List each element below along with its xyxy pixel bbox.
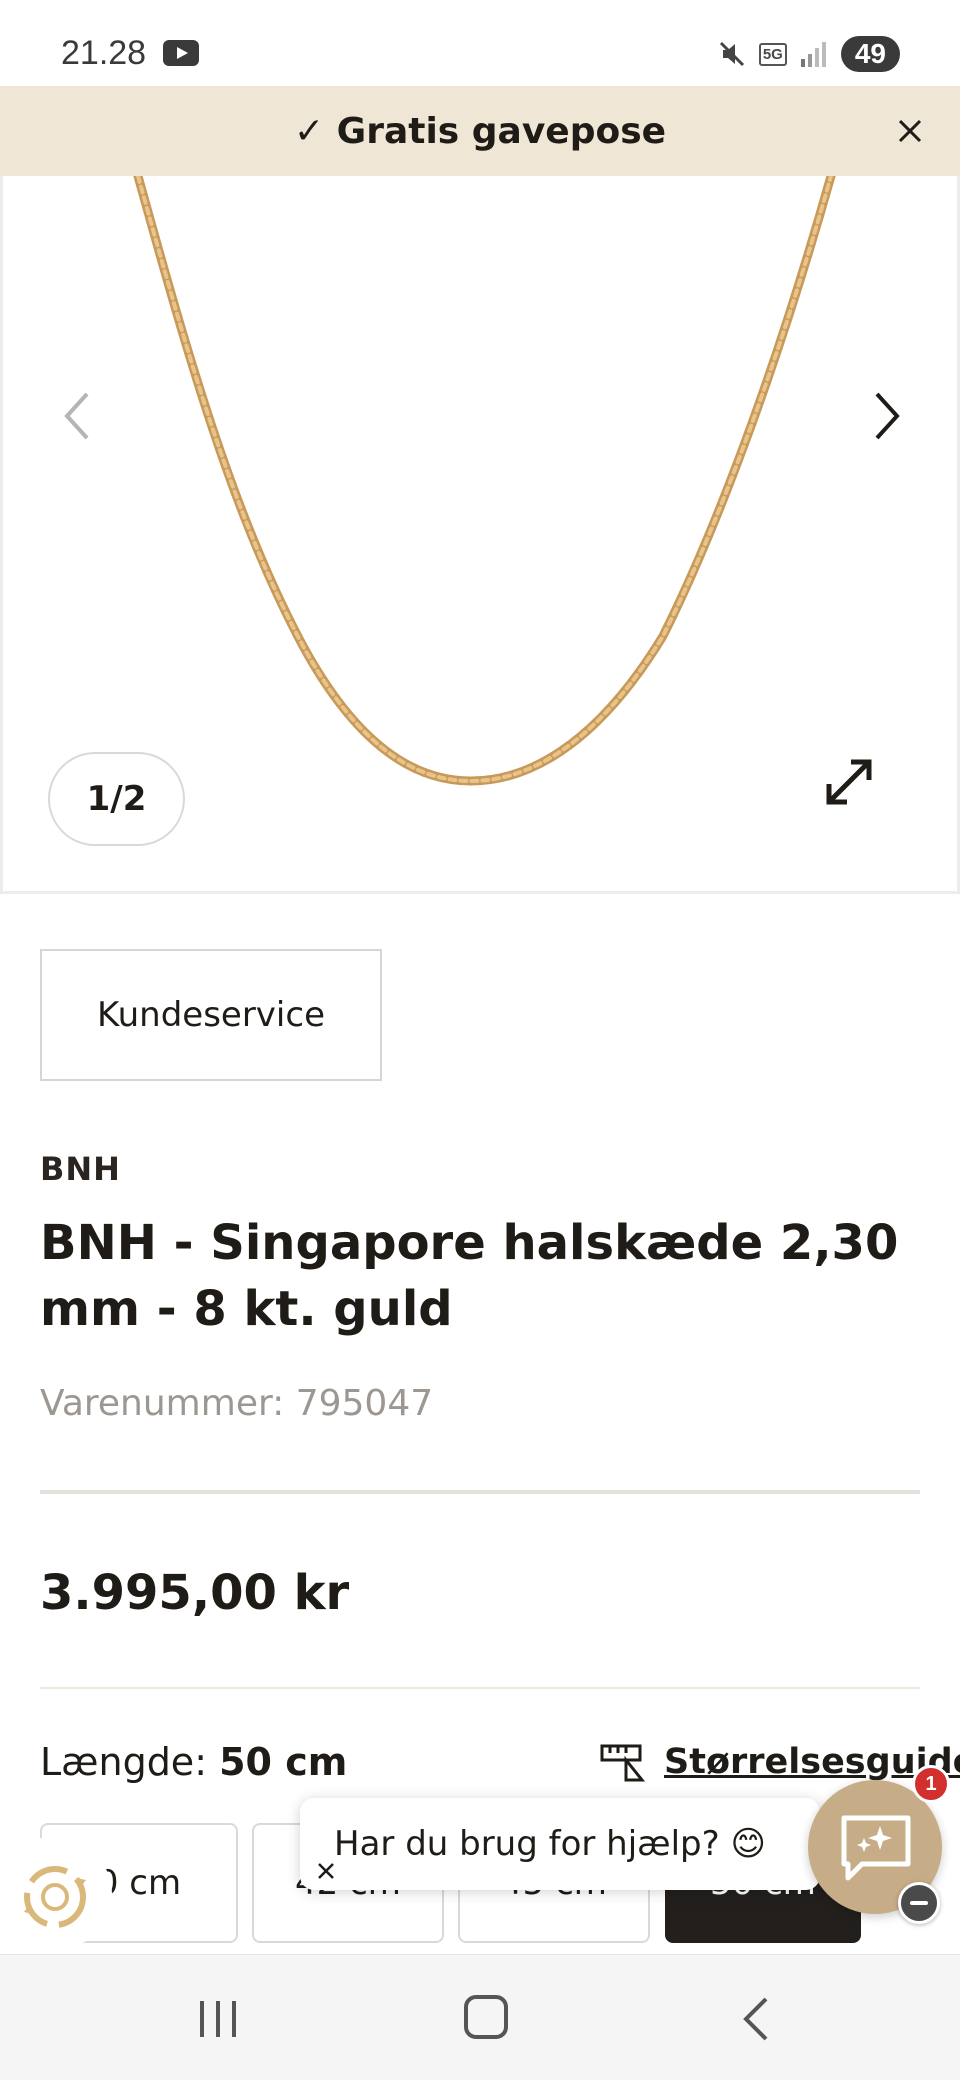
brand-name[interactable]: BNH xyxy=(40,1150,121,1188)
close-icon[interactable] xyxy=(890,111,930,151)
signal-icon xyxy=(800,42,826,67)
home-icon[interactable] xyxy=(464,1995,508,2039)
recents-icon[interactable] xyxy=(196,1997,240,2041)
chevron-left-icon[interactable] xyxy=(57,386,97,446)
status-icons: 5G 49 xyxy=(717,34,900,74)
size-guide[interactable]: Størrelsesguide xyxy=(598,1738,960,1786)
product-image-gallery[interactable]: 1/2 xyxy=(0,176,960,894)
minimize-chat-button[interactable] xyxy=(898,1882,940,1924)
recycle-icon xyxy=(24,1866,86,1928)
sku-value: 795047 xyxy=(295,1383,434,1424)
status-time: 21.28 xyxy=(61,34,147,72)
back-icon[interactable] xyxy=(740,1995,772,2043)
system-nav-bar xyxy=(0,1954,960,2080)
divider xyxy=(40,1687,920,1689)
ruler-icon xyxy=(600,1744,646,1782)
mute-icon xyxy=(719,41,744,67)
battery-indicator: 49 xyxy=(840,36,900,72)
sku-label: Varenummer: xyxy=(40,1383,296,1424)
chat-close-icon[interactable] xyxy=(312,1857,340,1885)
youtube-icon xyxy=(163,40,199,66)
price: 3.995,00 kr xyxy=(40,1565,350,1621)
image-pager: 1/2 xyxy=(48,752,185,846)
status-bar: 21.28 5G 49 xyxy=(0,0,960,86)
chat-prompt-bubble[interactable]: Har du brug for hjælp? 😊 xyxy=(300,1798,820,1890)
promo-text: ✓ Gratis gavepose xyxy=(293,110,667,152)
divider xyxy=(40,1490,920,1494)
kundeservice-button[interactable]: Kundeservice xyxy=(40,949,382,1081)
sku: Varenummer: 795047 xyxy=(40,1383,433,1424)
length-value: 50 cm xyxy=(219,1740,348,1784)
chat-prompt-text: Har du brug for hjælp? 😊 xyxy=(334,1824,766,1864)
chat-sparkle-icon xyxy=(841,1815,911,1881)
expand-icon[interactable] xyxy=(821,754,877,810)
length-row: Længde: 50 cm xyxy=(40,1740,347,1784)
chevron-right-icon[interactable] xyxy=(867,386,907,446)
network-badge: 5G xyxy=(758,42,787,66)
product-title: BNH - Singapore halskæde 2,30 mm - 8 kt.… xyxy=(40,1215,899,1337)
length-label: Længde: xyxy=(40,1740,220,1784)
promo-banner: ✓ Gratis gavepose xyxy=(0,86,960,176)
notification-badge: 1 xyxy=(912,1765,950,1803)
left-floating-widget[interactable] xyxy=(0,1838,112,1950)
